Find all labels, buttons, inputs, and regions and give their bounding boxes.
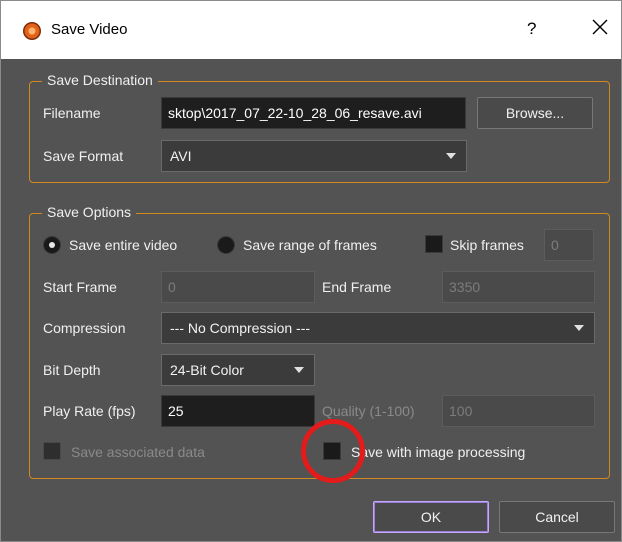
ok-button[interactable]: OK (373, 501, 489, 533)
cancel-button[interactable]: Cancel (499, 501, 615, 533)
quality-input[interactable]: 100 (442, 395, 595, 427)
bit-depth-value: 24-Bit Color (170, 362, 244, 378)
skip-frames-label[interactable]: Skip frames (450, 237, 524, 253)
compression-select[interactable]: --- No Compression --- (161, 312, 595, 344)
save-associated-data-label[interactable]: Save associated data (71, 444, 205, 460)
chevron-down-icon (574, 325, 584, 331)
filename-input[interactable]: sktop\2017_07_22-10_28_06_resave.avi (161, 97, 466, 129)
bit-depth-label: Bit Depth (43, 362, 101, 378)
save-destination-title: Save Destination (42, 72, 158, 88)
compression-value: --- No Compression --- (170, 320, 311, 336)
radio-save-entire-label[interactable]: Save entire video (69, 237, 177, 253)
skip-frames-input[interactable]: 0 (544, 229, 594, 261)
start-frame-label: Start Frame (43, 279, 117, 295)
save-format-value: AVI (170, 148, 192, 164)
chevron-down-icon (294, 367, 304, 373)
save-format-label: Save Format (43, 148, 124, 164)
radio-save-entire-video[interactable] (43, 236, 61, 254)
close-icon[interactable] (589, 16, 611, 38)
help-button[interactable]: ? (527, 19, 536, 39)
start-frame-input[interactable]: 0 (161, 271, 315, 303)
save-image-processing-label[interactable]: Save with image processing (351, 444, 525, 460)
save-video-dialog: Save Video ? Save Destination Filename s… (0, 0, 622, 542)
play-rate-label: Play Rate (fps) (43, 403, 136, 419)
end-frame-input[interactable]: 3350 (442, 271, 595, 303)
end-frame-label: End Frame (322, 279, 392, 295)
save-options-title: Save Options (42, 204, 137, 220)
play-rate-input[interactable]: 25 (161, 395, 315, 427)
bit-depth-select[interactable]: 24-Bit Color (161, 354, 315, 386)
save-associated-data-checkbox[interactable] (43, 442, 61, 460)
title-bar: Save Video ? (1, 1, 621, 59)
save-image-processing-checkbox[interactable] (323, 442, 341, 460)
app-logo-icon (23, 22, 41, 40)
browse-button[interactable]: Browse... (477, 97, 593, 129)
skip-frames-checkbox[interactable] (425, 235, 443, 253)
compression-label: Compression (43, 320, 126, 336)
filename-label: Filename (43, 105, 101, 121)
chevron-down-icon (446, 153, 456, 159)
save-format-select[interactable]: AVI (161, 140, 467, 172)
radio-save-range-label[interactable]: Save range of frames (243, 237, 377, 253)
dialog-title: Save Video (51, 21, 128, 38)
radio-save-range-of-frames[interactable] (217, 236, 235, 254)
quality-label: Quality (1-100) (322, 403, 415, 419)
